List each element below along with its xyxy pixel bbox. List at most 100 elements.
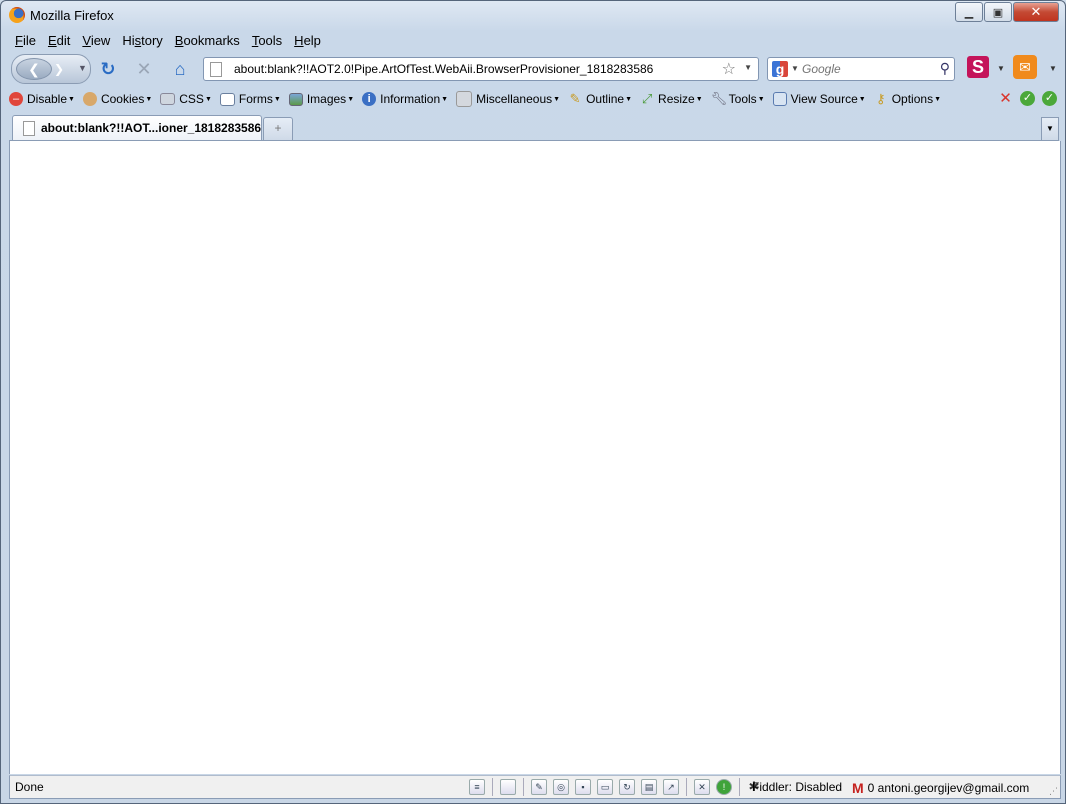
back-arrow-icon: ❮ bbox=[28, 61, 40, 77]
caret-icon: ▼ bbox=[273, 95, 281, 103]
close-button[interactable]: ✕ bbox=[1013, 2, 1059, 22]
stop-button[interactable]: ✕ bbox=[133, 58, 155, 80]
page-icon bbox=[23, 121, 35, 136]
firefox-logo-icon bbox=[9, 7, 25, 23]
wd-tools[interactable]: 🔧︎ Tools ▼ bbox=[711, 92, 765, 107]
javascript-ok-icon[interactable]: ✓ bbox=[1042, 91, 1057, 106]
tools-status-icon[interactable]: ✕ bbox=[694, 779, 710, 795]
options-icon: ⚷ bbox=[875, 91, 886, 106]
wd-disable[interactable]: – Disable ▼ bbox=[9, 92, 75, 106]
css-error-icon[interactable]: ✕ bbox=[998, 91, 1013, 106]
mail-extension-icon[interactable]: ✉ bbox=[1013, 55, 1037, 79]
maximize-button[interactable]: ▣ bbox=[984, 2, 1012, 22]
menu-file[interactable]: File bbox=[9, 31, 42, 51]
wd-options[interactable]: ⚷ Options ▼ bbox=[874, 91, 941, 107]
menu-edit[interactable]: Edit bbox=[42, 31, 76, 51]
wd-images[interactable]: Images ▼ bbox=[288, 92, 354, 106]
wd-status-group: ✕ ✓ ✓ bbox=[991, 91, 1057, 106]
home-button[interactable]: ⌂ bbox=[169, 58, 191, 80]
wd-label: Miscellaneous bbox=[476, 92, 553, 106]
wd-outline[interactable]: ✎ Outline ▼ bbox=[568, 91, 633, 107]
wd-cookies[interactable]: Cookies ▼ bbox=[82, 92, 153, 106]
gmail-notifier[interactable]: M 0 antoni.georgijev@gmail.com bbox=[852, 780, 1029, 796]
menu-tools[interactable]: Tools bbox=[246, 31, 288, 51]
forward-arrow-icon: ❯ bbox=[54, 62, 65, 76]
menu-bookmarks[interactable]: Bookmarks bbox=[169, 31, 246, 51]
wd-label: Outline bbox=[586, 92, 625, 106]
navigation-toolbar: ❮ ❯ ▼ ↻ ✕ ⌂ about:blank?!!AOT2.0!Pipe.Ar… bbox=[9, 52, 1059, 86]
wd-view-source[interactable]: View Source ▼ bbox=[772, 92, 866, 106]
gmail-icon: M bbox=[852, 780, 864, 796]
network-icon[interactable]: ◎ bbox=[553, 779, 569, 795]
status-icons: ≡ ✎ ◎ ▪ ▭ ↻ ▤ ↗ ✕ ! ✱ bbox=[466, 778, 764, 796]
bookmark-star-icon[interactable]: ☆ bbox=[722, 59, 736, 79]
tab-label: about:blank?!!AOT...ioner_1818283586 bbox=[41, 121, 262, 135]
url-bar[interactable]: about:blank?!!AOT2.0!Pipe.ArtOfTest.WebA… bbox=[203, 57, 759, 81]
wd-label: Options bbox=[891, 92, 934, 106]
search-magnifier-icon[interactable]: ⚲ bbox=[940, 60, 950, 77]
caret-icon: ▼ bbox=[553, 95, 561, 103]
outline-icon: ✎ bbox=[569, 91, 581, 106]
s-extension-dropdown-icon[interactable]: ▼ bbox=[997, 64, 1005, 73]
minimize-button[interactable]: ▁ bbox=[955, 2, 983, 22]
caret-icon: ▼ bbox=[145, 95, 153, 103]
title-bar[interactable]: Mozilla Firefox ▁ ▣ ✕ bbox=[1, 1, 1065, 29]
cookies-icon bbox=[82, 92, 97, 106]
caret-icon: ▼ bbox=[441, 95, 449, 103]
reload-button[interactable]: ↻ bbox=[97, 58, 119, 80]
images-icon bbox=[288, 92, 303, 106]
menu-bar: File Edit View History Bookmarks Tools H… bbox=[9, 31, 327, 51]
window-title: Mozilla Firefox bbox=[30, 8, 114, 23]
wd-resize[interactable]: ⤢ Resize ▼ bbox=[640, 92, 703, 107]
back-button[interactable]: ❮ bbox=[16, 58, 52, 80]
render-mode-ok-icon[interactable]: ✓ bbox=[1020, 91, 1035, 106]
status-text: Done bbox=[15, 780, 44, 794]
check-status-icon[interactable]: ! bbox=[716, 779, 732, 795]
wd-miscellaneous[interactable]: Miscellaneous ▼ bbox=[456, 91, 560, 107]
forward-button[interactable]: ❯ bbox=[54, 62, 64, 76]
back-forward-group: ❮ ❯ ▼ bbox=[11, 54, 91, 84]
forms-icon bbox=[219, 92, 235, 106]
wd-information[interactable]: i Information ▼ bbox=[362, 92, 448, 106]
separator bbox=[739, 778, 740, 796]
menu-help[interactable]: Help bbox=[288, 31, 327, 51]
tab-active[interactable]: about:blank?!!AOT...ioner_1818283586 bbox=[12, 115, 262, 140]
google-engine-icon[interactable]: g bbox=[772, 61, 788, 77]
list-all-tabs-button[interactable]: ▼ bbox=[1041, 117, 1059, 140]
chart-icon[interactable]: ↗ bbox=[663, 779, 679, 795]
edit-icon[interactable]: ✎ bbox=[531, 779, 547, 795]
tab-bar: about:blank?!!AOT...ioner_1818283586 + ▼ bbox=[9, 113, 1059, 141]
caret-icon: ▼ bbox=[625, 95, 633, 103]
menu-view[interactable]: View bbox=[76, 31, 116, 51]
fiddler-status[interactable]: Fiddler: Disabled bbox=[752, 780, 842, 794]
caret-icon: ▼ bbox=[858, 95, 866, 103]
minimize-icon: ▁ bbox=[964, 6, 974, 19]
page-content[interactable] bbox=[9, 141, 1061, 774]
resize-grip-icon[interactable]: ⋰ bbox=[1049, 786, 1058, 797]
wd-label: View Source bbox=[790, 92, 858, 106]
history-dropdown-icon[interactable]: ▼ bbox=[78, 63, 87, 73]
caption-buttons: ▁ ▣ ✕ bbox=[954, 2, 1059, 22]
save-icon[interactable]: ▪ bbox=[575, 779, 591, 795]
gmail-text: 0 antoni.georgijev@gmail.com bbox=[867, 781, 1030, 795]
caret-icon: ▼ bbox=[695, 95, 703, 103]
search-engine-dropdown-icon[interactable]: ▼ bbox=[791, 64, 799, 73]
url-text[interactable]: about:blank?!!AOT2.0!Pipe.ArtOfTest.WebA… bbox=[234, 62, 653, 76]
maximize-icon: ▣ bbox=[992, 6, 1004, 19]
wd-css[interactable]: CSS ▼ bbox=[160, 92, 212, 106]
menu-history[interactable]: History bbox=[116, 31, 168, 51]
s-extension-icon[interactable]: S bbox=[967, 56, 989, 78]
print-icon[interactable]: ▭ bbox=[597, 779, 613, 795]
database-icon[interactable]: ≡ bbox=[469, 779, 485, 795]
notes-icon[interactable]: ▤ bbox=[641, 779, 657, 795]
wd-forms[interactable]: Forms ▼ bbox=[219, 92, 281, 106]
wd-label: Disable bbox=[27, 92, 68, 106]
web-developer-toolbar: – Disable ▼ Cookies ▼ CSS ▼ Forms ▼ Images ▼ … bbox=[9, 88, 1059, 110]
page-info-icon[interactable] bbox=[500, 779, 516, 795]
caret-icon: ▼ bbox=[204, 95, 212, 103]
new-tab-button[interactable]: + bbox=[263, 117, 293, 140]
mail-extension-dropdown-icon[interactable]: ▼ bbox=[1049, 64, 1057, 73]
refresh-icon[interactable]: ↻ bbox=[619, 779, 635, 795]
search-input[interactable] bbox=[802, 62, 928, 76]
url-dropdown-icon[interactable]: ▼ bbox=[744, 63, 752, 72]
